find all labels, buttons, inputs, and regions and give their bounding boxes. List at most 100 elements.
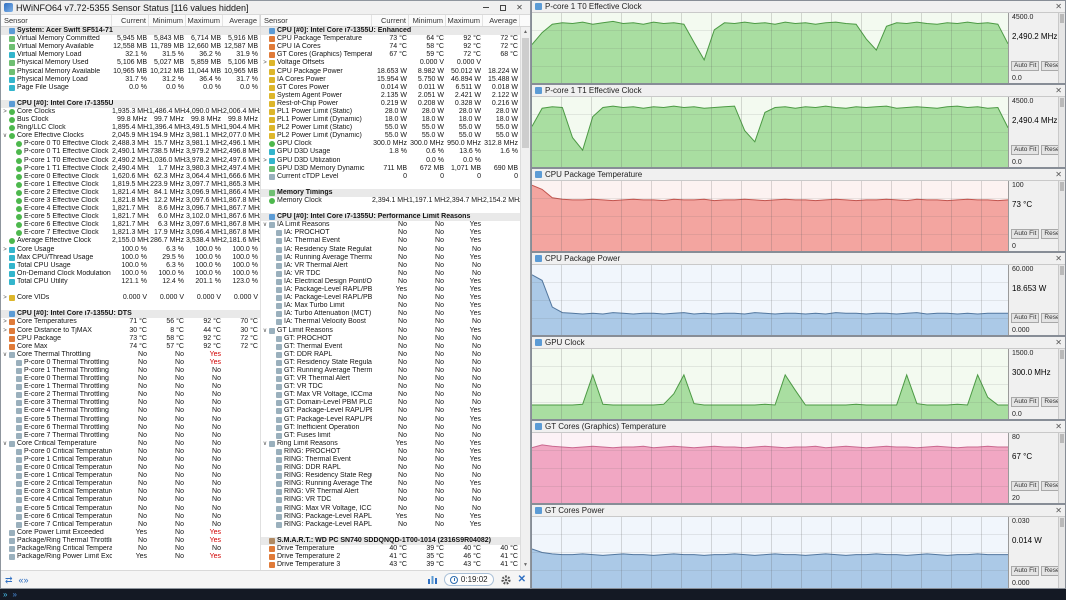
sensor-row[interactable]: RING: Residency State Regulation No No No <box>261 472 520 480</box>
sensor-row[interactable]: > Voltage Offsets 0.000 V 0.000 V <box>261 59 520 67</box>
sensor-row[interactable]: RING: Package-Level RAPL/PBM PL2, PL3 No N… <box>261 521 520 529</box>
graph-scrollbar[interactable] <box>1058 97 1065 167</box>
expand-panel-icon[interactable]: «» <box>19 575 29 585</box>
sensor-row[interactable]: > Core Distance to TjMAX 30 °C 8 °C 44 °C 30 … <box>1 326 260 334</box>
sensor-row[interactable]: P-core 0 Critical Temperature No No No <box>1 448 260 456</box>
close-sensors-button[interactable]: ✕ <box>518 574 526 585</box>
sensor-row[interactable]: E-core 6 Thermal Throttling No No No <box>1 424 260 432</box>
sensor-row[interactable]: Core Power Limit Exceeded Yes No Yes <box>1 529 260 537</box>
graph-close-icon[interactable]: ✕ <box>1055 86 1062 95</box>
section-header-row[interactable]: S.M.A.R.T.: WD PC SN740 SDDQNQD-1T00-101… <box>261 536 520 545</box>
sensor-row[interactable]: ∨ GT Limit Reasons No No Yes <box>261 326 520 334</box>
sensor-row[interactable]: Package/Ring Power Limit Exceeded Yes No Ye… <box>1 553 260 561</box>
swap-columns-icon[interactable]: ⇄ <box>5 575 13 585</box>
sensor-row[interactable]: IA: Turbo Attenuation (MCT) No No Yes <box>261 310 520 318</box>
auto-fit-button[interactable]: Auto Fit <box>1011 481 1040 491</box>
expand-icon[interactable]: > <box>261 157 269 165</box>
sensor-row[interactable]: GT Cores (Graphics) Temperature 67 °C 59 °… <box>261 51 520 59</box>
sensor-row[interactable]: E-core 5 Effective Clock 1,821.7 MHz 6.0 M… <box>1 213 260 221</box>
sensor-row[interactable]: > Core Usage 100.0 % 6.3 % 100.0 % 100.0 % <box>1 246 260 254</box>
sensor-row[interactable]: E-core 3 Thermal Throttling No No No <box>1 399 260 407</box>
collapse-icon[interactable]: ∨ <box>1 132 9 140</box>
sensor-row[interactable]: Total CPU Utility 121.1 % 12.4 % 201.1 % 123… <box>1 278 260 286</box>
sensor-row[interactable]: IA: Running Average Thermal Limit No No Yes <box>261 254 520 262</box>
sensor-row[interactable]: Max CPU/Thread Usage 100.0 % 29.5 % 100.0 %… <box>1 254 260 262</box>
sensor-row[interactable]: E-core 5 Thermal Throttling No No No <box>1 416 260 424</box>
sensor-row[interactable]: ∨ IA Limit Reasons No No Yes <box>261 221 520 229</box>
sensor-row[interactable]: GPU D3D Usage 1.8 % 0.6 % 13.6 % 1.6 % <box>261 148 520 156</box>
graph-titlebar[interactable]: P-core 1 T1 Effective Clock ✕ <box>532 85 1065 97</box>
graph-titlebar[interactable]: CPU Package Power ✕ <box>532 253 1065 265</box>
graph-scrollbar[interactable] <box>1058 265 1065 335</box>
collapse-icon[interactable]: ∨ <box>261 221 269 229</box>
sensor-row[interactable]: E-core 7 Thermal Throttling No No No <box>1 432 260 440</box>
sensor-row[interactable]: GT: Running Average Thermal Limit No No No <box>261 367 520 375</box>
sensor-row[interactable]: GT: VR Thermal Alert No No No <box>261 375 520 383</box>
graph-scrollbar[interactable] <box>1058 433 1065 503</box>
collapse-icon[interactable]: ∨ <box>261 440 269 448</box>
sensor-row[interactable]: > Core VIDs 0.000 V 0.000 V 0.000 V 0.000 V <box>1 294 260 302</box>
sensor-row[interactable]: Drive Temperature 40 °C 39 °C 40 °C 40 °C <box>261 545 520 553</box>
sensor-row[interactable]: Bus Clock 99.8 MHz 99.7 MHz 99.8 MHz 99.8 MH… <box>1 116 260 124</box>
scroll-down-icon[interactable]: ▼ <box>521 560 530 570</box>
sensor-row[interactable]: IA Cores Power 15.954 W 5.750 W 46.894 W 15.… <box>261 76 520 84</box>
sensor-row[interactable]: Package/Ring Critical Temperature No No No <box>1 545 260 553</box>
sensor-row[interactable]: E-core 2 Effective Clock 1,821.4 MHz 84.1 … <box>1 189 260 197</box>
sensor-row[interactable]: E-core 7 Critical Temperature No No No <box>1 521 260 529</box>
sensor-row[interactable]: IA: Package-Level RAPL/PBM PL1 Yes No Yes <box>261 286 520 294</box>
col-average[interactable]: Average <box>223 15 260 26</box>
auto-fit-button[interactable]: Auto Fit <box>1011 229 1040 239</box>
sensor-row[interactable]: GT Cores Power 0.014 W 0.011 W 6.511 W 0.018… <box>261 84 520 92</box>
sensor-row[interactable]: IA: Thermal Event No No Yes <box>261 237 520 245</box>
sensor-row[interactable]: GPU Clock 300.0 MHz 300.0 MHz 950.0 MHz 312.… <box>261 140 520 148</box>
auto-fit-button[interactable]: Auto Fit <box>1011 397 1040 407</box>
section-header-row[interactable]: System: Acer Swift SF514-71 <box>1 27 260 36</box>
section-header-row[interactable]: CPU [#0]: Intel Core i7-1355U: Enhanced <box>261 27 520 36</box>
graph-close-icon[interactable]: ✕ <box>1055 422 1062 431</box>
sensor-row[interactable]: P-core 0 Thermal Throttling No No Yes <box>1 359 260 367</box>
sensor-row[interactable]: RING: Thermal Event No No Yes <box>261 456 520 464</box>
sensor-row[interactable]: CPU IA Cores 74 °C 58 °C 92 °C 72 °C <box>261 43 520 51</box>
sensor-row[interactable]: GT: DDR RAPL No No No <box>261 351 520 359</box>
sensor-row[interactable]: P-core 1 T0 Effective Clock 2,490.2 MHz 1,… <box>1 157 260 165</box>
sensor-row[interactable]: Average Effective Clock 2,155.0 MHz 286.7 … <box>1 237 260 245</box>
sensor-row[interactable]: E-core 0 Critical Temperature No No No <box>1 464 260 472</box>
sensor-row[interactable]: System Agent Power 2.135 W 2.051 W 2.421 W 2… <box>261 92 520 100</box>
sensor-row[interactable]: Total CPU Usage 100.0 % 6.3 % 100.0 % 100.0 … <box>1 262 260 270</box>
sensor-row[interactable]: P-core 1 Critical Temperature No No No <box>1 456 260 464</box>
sensor-row[interactable]: GPU D3D Memory Dynamic 711 MB 672 MB 1,071 … <box>261 165 520 173</box>
col-average[interactable]: Average <box>483 15 520 26</box>
graph-scrollbar[interactable] <box>1058 517 1065 588</box>
maximize-button[interactable] <box>494 2 511 14</box>
graph-close-icon[interactable]: ✕ <box>1055 2 1062 11</box>
sensor-row[interactable]: CPU Package Power 18.653 W 8.982 W 50.012 W… <box>261 67 520 75</box>
col-minimum[interactable]: Minimum <box>149 15 186 26</box>
sensor-row[interactable]: Physical Memory Load 31.7 % 31.2 % 36.4 % 31… <box>1 76 260 84</box>
section-header-row[interactable]: CPU [#0]: Intel Core i7-1355U: DTS <box>1 310 260 319</box>
sensor-row[interactable]: Physical Memory Used 5,106 MB 5,027 MB 5,85… <box>1 59 260 67</box>
hwinfo-taskbar-icon[interactable]: » <box>3 590 7 599</box>
sensor-row[interactable]: E-core 5 Critical Temperature No No No <box>1 505 260 513</box>
collapse-icon[interactable]: ∨ <box>1 440 9 448</box>
sensor-row[interactable]: IA: Thermal Velocity Boost No No No <box>261 318 520 326</box>
sensor-row[interactable]: > Core Temperatures 71 °C 56 °C 92 °C 70 °C <box>1 318 260 326</box>
sensor-row[interactable]: ∨ Ring Limit Reasons Yes No Yes <box>261 440 520 448</box>
col-current[interactable]: Current <box>112 15 149 26</box>
sensor-row[interactable]: > GPU D3D Utilization 0.0 % 0.0 % <box>261 157 520 165</box>
auto-fit-button[interactable]: Auto Fit <box>1011 61 1040 71</box>
sensor-row[interactable]: PL2 Power Limit (Dynamic) 55.0 W 55.0 W 55.… <box>261 132 520 140</box>
sensor-row[interactable]: GT: Max VR Voltage, ICCmax, PL4 No No No <box>261 391 520 399</box>
graph-scrollbar[interactable] <box>1058 349 1065 419</box>
expand-icon[interactable]: > <box>1 108 9 116</box>
sensor-row[interactable]: E-core 4 Thermal Throttling No No No <box>1 407 260 415</box>
sensor-row[interactable]: E-core 3 Critical Temperature No No No <box>1 488 260 496</box>
section-header-row[interactable]: CPU [#0]: Intel Core i7-1355U <box>1 99 260 108</box>
expand-icon[interactable]: > <box>1 246 9 254</box>
sensor-row[interactable]: E-core 0 Thermal Throttling No No No <box>1 375 260 383</box>
col-maximum[interactable]: Maximum <box>186 15 223 26</box>
sensor-row[interactable]: E-core 1 Effective Clock 1,819.5 MHz 223.9… <box>1 181 260 189</box>
sensor-row[interactable]: P-core 0 T1 Effective Clock 2,490.1 MHz 73… <box>1 148 260 156</box>
graph-close-icon[interactable]: ✕ <box>1055 506 1062 515</box>
sensor-row[interactable]: ∨ Core Thermal Throttling No No Yes <box>1 351 260 359</box>
sensor-row[interactable]: P-core 1 T1 Effective Clock 2,490.4 MHz 1.… <box>1 165 260 173</box>
